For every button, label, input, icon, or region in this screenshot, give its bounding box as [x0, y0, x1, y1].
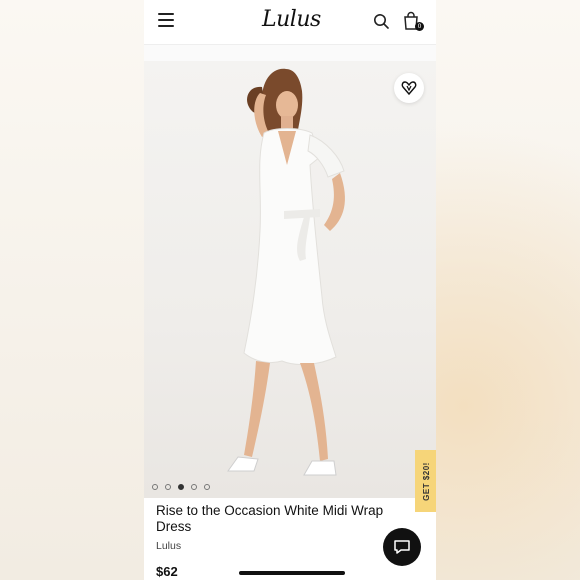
lulus-logo[interactable]: Lulus — [262, 7, 321, 33]
get-20-promo-tab[interactable]: GET $20! — [415, 450, 436, 512]
carousel-dot[interactable] — [165, 484, 171, 490]
home-indicator — [239, 571, 345, 575]
phone-screen: Lulus 0 GET $20! Rise to the Occasion Wh… — [144, 0, 436, 580]
carousel-dot[interactable] — [191, 484, 197, 490]
carousel-dot[interactable] — [152, 484, 158, 490]
carousel-dot[interactable] — [204, 484, 210, 490]
cart-count-badge: 0 — [415, 22, 424, 31]
favorite-button[interactable] — [394, 73, 424, 103]
product-image-carousel[interactable] — [144, 61, 436, 498]
header-spacer-strip — [144, 45, 436, 61]
top-navigation-bar: Lulus 0 — [144, 0, 436, 42]
product-title: Rise to the Occasion White Midi Wrap Dre… — [156, 503, 384, 534]
chat-button[interactable] — [383, 528, 421, 566]
menu-icon[interactable] — [158, 13, 174, 27]
product-photo — [227, 68, 345, 476]
search-icon[interactable] — [373, 13, 389, 29]
chat-bubble-icon — [394, 540, 410, 554]
product-price: $62 — [156, 564, 178, 579]
carousel-pagination — [152, 484, 210, 492]
promo-tab-label: GET $20! — [421, 461, 431, 501]
product-brand[interactable]: Lulus — [156, 540, 181, 552]
carousel-dot-active[interactable] — [178, 484, 184, 490]
heart-icon — [401, 81, 417, 96]
